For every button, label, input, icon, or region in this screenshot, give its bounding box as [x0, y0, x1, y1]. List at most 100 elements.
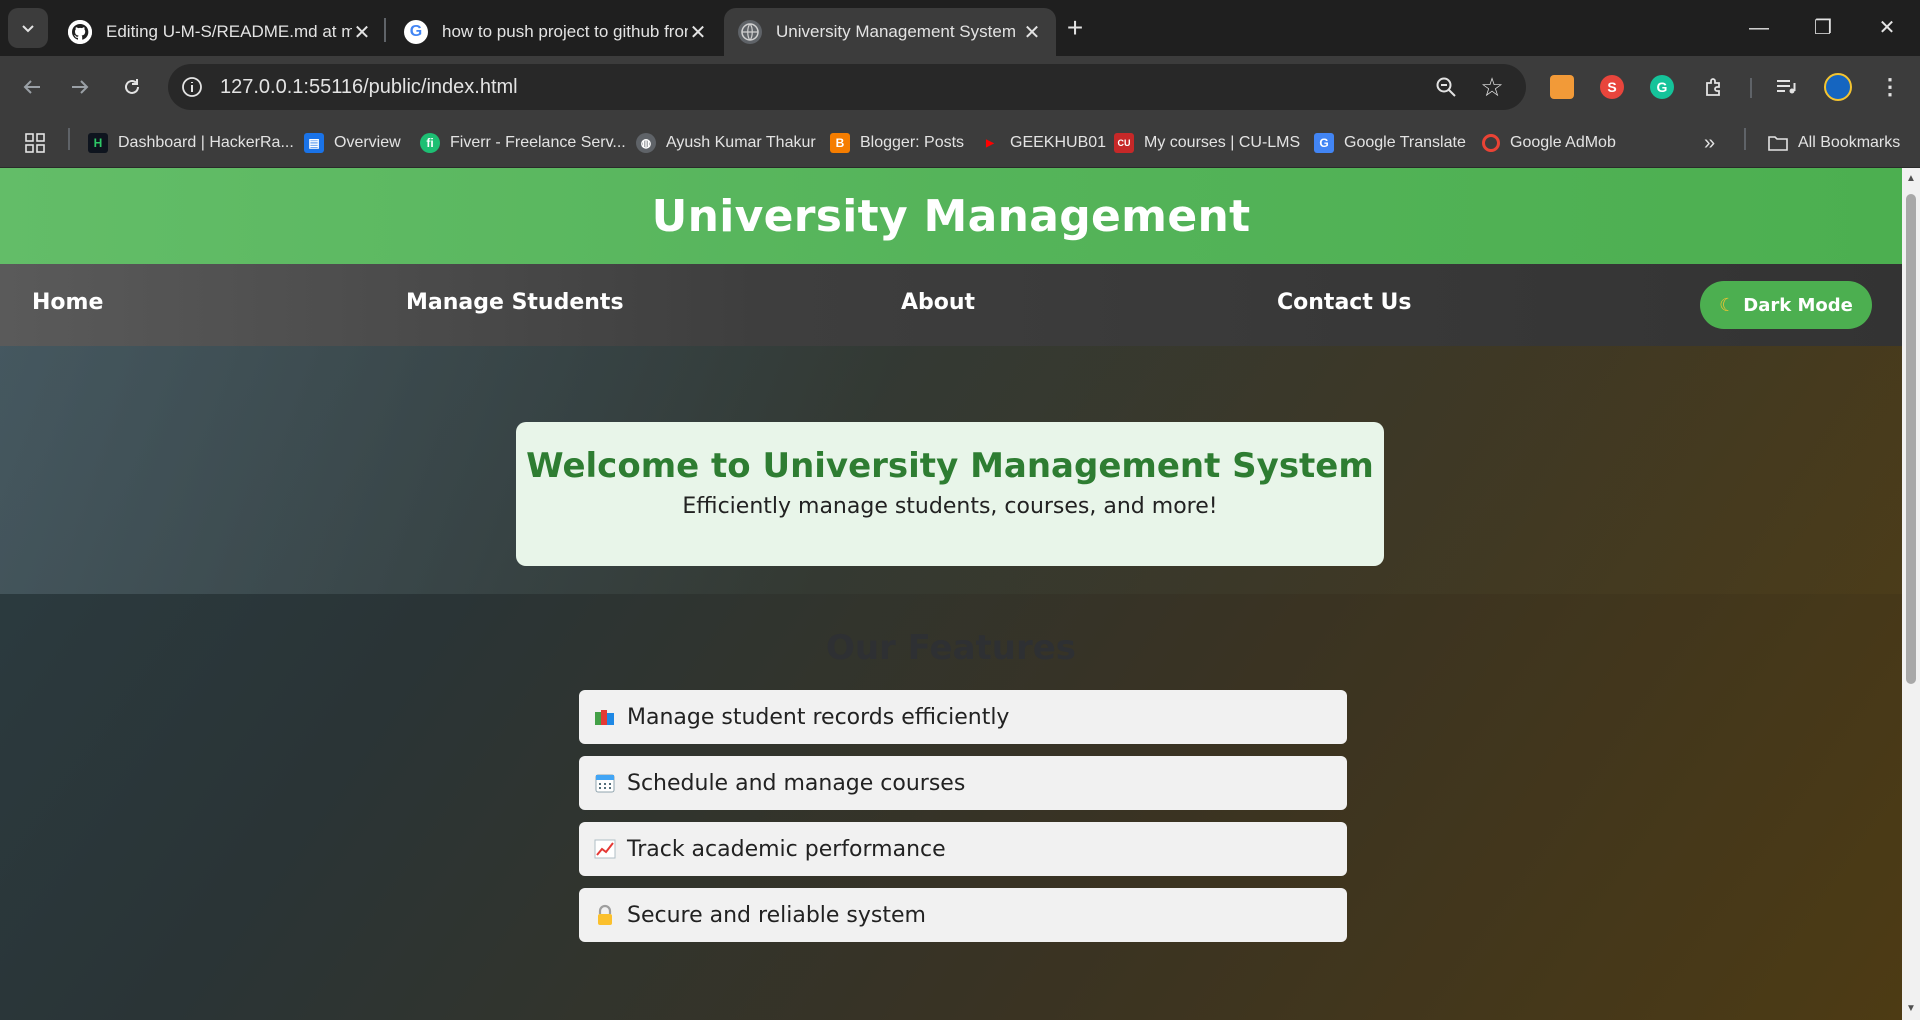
- more-bookmarks-icon[interactable]: »: [1704, 130, 1715, 156]
- admob-icon: [1482, 134, 1500, 152]
- hackerrank-icon: H: [88, 133, 108, 153]
- bookmark-item[interactable]: B Blogger: Posts: [830, 130, 964, 156]
- toolbar-divider: [1750, 78, 1752, 98]
- nav-contact-us[interactable]: Contact Us: [1277, 290, 1411, 315]
- new-tab-button[interactable]: +: [1060, 10, 1090, 46]
- tab-university[interactable]: University Management System ✕: [724, 8, 1056, 56]
- page-scrollbar[interactable]: ▲ ▼: [1902, 168, 1920, 1020]
- back-button[interactable]: [12, 67, 52, 107]
- bookmark-item[interactable]: Google AdMob: [1482, 130, 1616, 156]
- restore-icon[interactable]: ❐: [1800, 10, 1846, 46]
- window-close-icon[interactable]: ✕: [1864, 10, 1910, 46]
- tab-title: University Management System: [776, 22, 1016, 41]
- extension-red-icon[interactable]: S: [1598, 73, 1626, 101]
- books-icon: [593, 705, 617, 729]
- bookmark-divider: [68, 128, 70, 150]
- minimize-icon[interactable]: —: [1736, 10, 1782, 46]
- browser-toolbar: 127.0.0.1:55116/public/index.html ☆ S G …: [0, 56, 1920, 118]
- feature-item: Manage student records efficiently: [579, 690, 1347, 744]
- lock-icon: [593, 903, 617, 927]
- chart-icon: [593, 837, 617, 861]
- scrollbar-thumb[interactable]: [1906, 194, 1916, 684]
- close-icon[interactable]: ✕: [688, 20, 708, 45]
- page-viewport: University Management Home Manage Studen…: [0, 168, 1902, 1020]
- dark-mode-label: Dark Mode: [1743, 294, 1853, 316]
- extension-orange-icon[interactable]: [1548, 73, 1576, 101]
- media-control-icon[interactable]: [1772, 73, 1800, 101]
- store-icon: ▤: [304, 133, 324, 153]
- apps-grid-icon[interactable]: [24, 130, 46, 156]
- bookmark-label: Blogger: Posts: [860, 134, 965, 151]
- feature-text: Secure and reliable system: [627, 902, 926, 928]
- feature-text: Schedule and manage courses: [627, 770, 966, 796]
- tab-search-button[interactable]: [8, 8, 48, 48]
- profile-avatar-icon[interactable]: [1824, 73, 1852, 101]
- forward-button[interactable]: [60, 67, 100, 107]
- moon-icon: ☾: [1719, 294, 1736, 316]
- folder-icon: [1768, 133, 1788, 153]
- tab-title: Editing U-M-S/README.md at main: [106, 22, 352, 41]
- bookmark-item[interactable]: ▤ Overview: [304, 130, 401, 156]
- menu-kebab-icon[interactable]: ⋮: [1876, 73, 1904, 101]
- bookmark-divider: [1744, 128, 1746, 150]
- arrow-left-icon: [23, 80, 40, 94]
- address-bar[interactable]: 127.0.0.1:55116/public/index.html ☆: [168, 64, 1526, 110]
- fiverr-icon: fi: [420, 133, 440, 153]
- zoom-icon[interactable]: [1434, 75, 1458, 99]
- bookmark-item[interactable]: ◍ Ayush Kumar Thakur: [636, 130, 816, 156]
- url-text[interactable]: 127.0.0.1:55116/public/index.html: [220, 76, 518, 99]
- cu-icon: CU: [1114, 133, 1134, 153]
- reload-button[interactable]: [112, 67, 152, 107]
- globe-icon: ◍: [636, 133, 656, 153]
- grammarly-icon[interactable]: G: [1648, 73, 1676, 101]
- close-icon[interactable]: ✕: [352, 20, 372, 45]
- translate-icon: G: [1314, 133, 1334, 153]
- reload-icon: [125, 79, 139, 94]
- bookmark-item[interactable]: G Google Translate: [1314, 130, 1466, 156]
- welcome-title: Welcome to University Management System: [526, 446, 1374, 486]
- bookmark-label: Fiverr - Freelance Serv...: [450, 134, 626, 151]
- all-bookmarks-label: All Bookmarks: [1798, 134, 1901, 151]
- bookmark-label: Overview: [334, 134, 401, 151]
- chevron-down-icon: [22, 25, 34, 33]
- bookmark-star-icon[interactable]: ☆: [1478, 73, 1506, 101]
- tab-divider: [384, 18, 386, 42]
- bookmark-label: Google Translate: [1344, 134, 1466, 151]
- bookmark-item[interactable]: fi Fiverr - Freelance Serv...: [420, 130, 626, 156]
- dark-mode-button[interactable]: ☾ Dark Mode: [1700, 281, 1872, 329]
- google-icon: G: [404, 20, 428, 44]
- bookmark-label: Google AdMob: [1510, 134, 1616, 151]
- feature-text: Track academic performance: [627, 836, 946, 862]
- nav-manage-students[interactable]: Manage Students: [406, 290, 624, 315]
- tab-github[interactable]: Editing U-M-S/README.md at main ✕: [54, 8, 386, 56]
- feature-item: Schedule and manage courses: [579, 756, 1347, 810]
- tab-google[interactable]: G how to push project to github from vs …: [390, 8, 722, 56]
- calendar-icon: [593, 771, 617, 795]
- blogger-icon: B: [830, 133, 850, 153]
- close-icon[interactable]: ✕: [1022, 20, 1042, 45]
- scroll-up-icon[interactable]: ▲: [1902, 170, 1920, 188]
- scroll-down-icon[interactable]: ▼: [1902, 1000, 1920, 1018]
- youtube-icon: ▶: [986, 137, 994, 149]
- bookmark-label: My courses | CU-LMS: [1144, 134, 1301, 151]
- bookmark-label: Ayush Kumar Thakur: [666, 134, 816, 151]
- extensions-puzzle-icon[interactable]: [1700, 73, 1728, 101]
- tab-strip: Editing U-M-S/README.md at main ✕ G how …: [0, 0, 1920, 56]
- feature-text: Manage student records efficiently: [627, 704, 1010, 730]
- feature-item: Track academic performance: [579, 822, 1347, 876]
- nav-about[interactable]: About: [901, 290, 975, 315]
- feature-item: Secure and reliable system: [579, 888, 1347, 942]
- site-nav: Home Manage Students About Contact Us ☾ …: [0, 264, 1902, 346]
- bookmark-label: GEEKHUB01: [1010, 134, 1107, 151]
- bookmark-item[interactable]: H Dashboard | HackerRa...: [88, 130, 294, 156]
- welcome-card: Welcome to University Management System …: [516, 422, 1384, 566]
- nav-home[interactable]: Home: [32, 290, 103, 315]
- site-title: University Management: [651, 190, 1251, 242]
- bookmark-item[interactable]: ▶ GEEKHUB01: [980, 130, 1106, 156]
- site-info-icon[interactable]: [180, 75, 204, 99]
- github-icon: [68, 20, 92, 44]
- all-bookmarks-button[interactable]: All Bookmarks: [1768, 130, 1900, 156]
- globe-icon: [738, 20, 762, 44]
- bookmark-item[interactable]: CU My courses | CU-LMS: [1114, 130, 1300, 156]
- tab-title: how to push project to github from vs co…: [442, 22, 688, 41]
